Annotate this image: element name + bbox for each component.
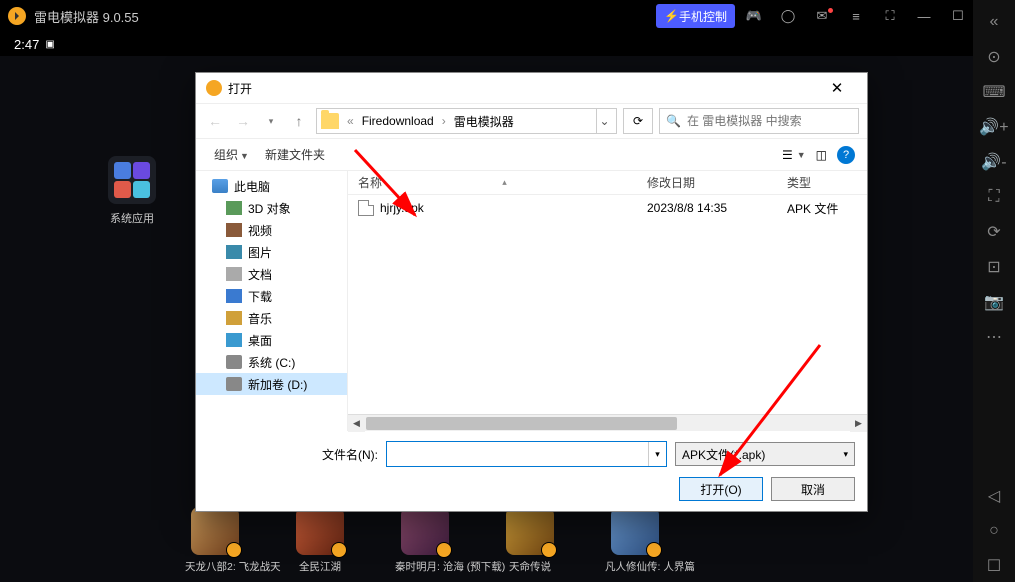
- home-nav-icon[interactable]: ○: [977, 515, 1011, 547]
- tree-3d-objects[interactable]: 3D 对象: [196, 197, 347, 219]
- tree-videos[interactable]: 视频: [196, 219, 347, 241]
- app-title: 雷电模拟器 9.0.55: [34, 7, 652, 26]
- folder-tree[interactable]: 此电脑 3D 对象 视频 图片 文档 下载 音乐 桌面 系统 (C:) 新加卷 …: [196, 171, 348, 431]
- tree-drive-d[interactable]: 新加卷 (D:): [196, 373, 347, 395]
- emulator-side-toolbar: « ⊙ ⌨ 🔊+ 🔊- ⛶ ⟳ ⊡ 📷 ⋯ ◁ ○ ☐: [973, 0, 1015, 582]
- scroll-thumb[interactable]: [366, 417, 677, 430]
- nav-forward-button[interactable]: →: [232, 113, 254, 129]
- help-button[interactable]: ?: [837, 146, 855, 164]
- search-icon: 🔍: [666, 114, 681, 128]
- breadcrumb-bar[interactable]: « Firedownload › 雷电模拟器 ⌄: [316, 108, 617, 134]
- nav-up-button[interactable]: ↑: [288, 113, 310, 129]
- horizontal-scrollbar[interactable]: ◀ ▶: [348, 414, 867, 431]
- tree-downloads[interactable]: 下载: [196, 285, 347, 307]
- cancel-button[interactable]: 取消: [771, 477, 855, 501]
- list-view-icon: ☰: [782, 148, 793, 162]
- recents-nav-icon[interactable]: ☐: [977, 550, 1011, 582]
- breadcrumb-item[interactable]: 雷电模拟器: [450, 111, 518, 132]
- tree-desktop[interactable]: 桌面: [196, 329, 347, 351]
- new-folder-button[interactable]: 新建文件夹: [259, 143, 331, 166]
- column-date[interactable]: 修改日期: [637, 174, 777, 191]
- dialog-logo-icon: [206, 80, 222, 96]
- app-item[interactable]: 凡人修仙传: 人界篇: [605, 507, 665, 574]
- open-button[interactable]: 打开(O): [679, 477, 763, 501]
- notification-icon: ▣: [45, 39, 54, 50]
- search-input[interactable]: [687, 114, 852, 128]
- view-mode-button[interactable]: ☰▼: [782, 148, 806, 162]
- filename-label: 文件名(N):: [208, 446, 378, 463]
- gamepad-icon[interactable]: 🎮: [739, 4, 769, 28]
- fullscreen-icon[interactable]: ⛶: [875, 4, 905, 28]
- tree-music[interactable]: 音乐: [196, 307, 347, 329]
- nav-recent-dropdown[interactable]: ▾: [260, 116, 282, 127]
- file-type-filter[interactable]: APK文件(*.apk) ▾: [675, 442, 855, 466]
- preview-icon: ◫: [816, 148, 827, 162]
- app-item[interactable]: 天命传说: [500, 507, 560, 574]
- refresh-icon[interactable]: ⟳: [977, 216, 1011, 248]
- dialog-nav-bar: ← → ▾ ↑ « Firedownload › 雷电模拟器 ⌄ ⟳ 🔍: [196, 103, 867, 139]
- search-box[interactable]: 🔍: [659, 108, 859, 134]
- filename-input[interactable]: [387, 442, 648, 466]
- column-name[interactable]: 名称▴: [348, 174, 637, 191]
- app-item[interactable]: 全民江湖: [290, 507, 350, 574]
- file-icon: [358, 200, 374, 216]
- back-nav-icon[interactable]: ◁: [977, 480, 1011, 512]
- minimize-button[interactable]: —: [909, 4, 939, 28]
- dialog-close-button[interactable]: ✕: [817, 79, 857, 97]
- scroll-right-button[interactable]: ▶: [850, 415, 867, 432]
- record-icon[interactable]: ⊡: [977, 251, 1011, 283]
- app-logo-icon: [8, 7, 26, 25]
- tree-pictures[interactable]: 图片: [196, 241, 347, 263]
- breadcrumb-item[interactable]: Firedownload: [358, 112, 438, 130]
- file-open-dialog: 打开 ✕ ← → ▾ ↑ « Firedownload › 雷电模拟器 ⌄ ⟳ …: [195, 72, 868, 512]
- tree-documents[interactable]: 文档: [196, 263, 347, 285]
- dialog-titlebar: 打开 ✕: [196, 73, 867, 103]
- file-list-header: 名称▴ 修改日期 类型: [348, 171, 867, 195]
- phone-control-button[interactable]: ⚡ 手机控制: [656, 4, 735, 28]
- breadcrumb-dropdown[interactable]: ⌄: [596, 109, 612, 133]
- scroll-left-button[interactable]: ◀: [348, 415, 365, 432]
- chevron-down-icon: ▾: [843, 449, 848, 460]
- dialog-toolbar: 组织▼ 新建文件夹 ☰▼ ◫ ?: [196, 139, 867, 171]
- user-icon[interactable]: ◯: [773, 4, 803, 28]
- clock: 2:47: [14, 37, 39, 52]
- system-apps-label: 系统应用: [108, 210, 156, 226]
- file-row[interactable]: hjrjy.apk 2023/8/8 14:35 APK 文件: [348, 195, 867, 221]
- organize-menu[interactable]: 组织▼: [208, 143, 255, 166]
- menu-icon[interactable]: ≡: [841, 4, 871, 28]
- refresh-button[interactable]: ⟳: [623, 108, 653, 134]
- collapse-icon[interactable]: «: [977, 6, 1011, 38]
- filename-dropdown[interactable]: ▾: [648, 442, 666, 466]
- preview-pane-button[interactable]: ◫: [816, 148, 827, 162]
- app-titlebar: 雷电模拟器 9.0.55 ⚡ 手机控制 🎮 ◯ ✉ ≡ ⛶ — ☐ ✕: [0, 0, 1015, 32]
- nav-back-button[interactable]: ←: [204, 113, 226, 129]
- tree-drive-c[interactable]: 系统 (C:): [196, 351, 347, 373]
- maximize-button[interactable]: ☐: [943, 4, 973, 28]
- screenshot-icon[interactable]: 📷: [977, 286, 1011, 318]
- android-statusbar: 2:47 ▣ ▾ ◢ ▮: [0, 32, 1015, 56]
- expand-icon[interactable]: ⛶: [977, 181, 1011, 213]
- volume-up-icon[interactable]: 🔊+: [977, 111, 1011, 143]
- dialog-footer: 文件名(N): ▾ APK文件(*.apk) ▾ 打开(O) 取消: [196, 431, 867, 511]
- settings-icon[interactable]: ⊙: [977, 41, 1011, 73]
- dialog-title: 打开: [228, 80, 252, 97]
- file-list-pane: 名称▴ 修改日期 类型 hjrjy.apk 2023/8/8 14:35 APK…: [348, 171, 867, 431]
- folder-icon: [321, 113, 339, 129]
- mail-icon[interactable]: ✉: [807, 4, 837, 28]
- keyboard-icon[interactable]: ⌨: [977, 76, 1011, 108]
- system-apps-folder[interactable]: 系统应用: [108, 156, 156, 226]
- tree-this-pc[interactable]: 此电脑: [196, 175, 347, 197]
- more-icon[interactable]: ⋯: [977, 321, 1011, 353]
- bolt-icon: ⚡: [664, 9, 679, 23]
- sort-indicator-icon: ▴: [502, 177, 507, 188]
- volume-down-icon[interactable]: 🔊-: [977, 146, 1011, 178]
- column-type[interactable]: 类型: [777, 174, 867, 191]
- dock-apps: 天龙八部2: 飞龙战天 全民江湖 秦时明月: 沧海 (预下载) 天命传说 凡人修…: [100, 507, 943, 574]
- app-item[interactable]: 秦时明月: 沧海 (预下载): [395, 507, 455, 574]
- app-item[interactable]: 天龙八部2: 飞龙战天: [185, 507, 245, 574]
